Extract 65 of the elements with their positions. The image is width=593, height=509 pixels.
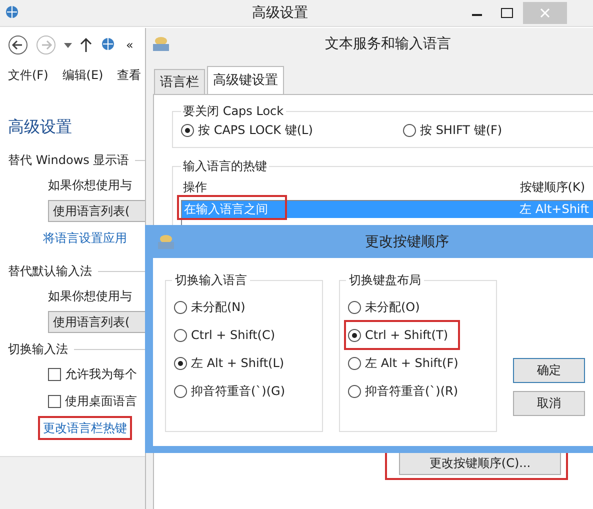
radio-button[interactable] [174, 356, 187, 370]
radio-button[interactable] [348, 328, 361, 342]
radio-label: 抑音符重音(`)(G) [191, 382, 286, 400]
checkbox[interactable] [48, 368, 61, 381]
keys-cell: 左 Alt+Shift [520, 201, 589, 218]
group-title: 切换键盘布局 [348, 272, 422, 289]
description-text: 如果你想使用与 [48, 288, 133, 305]
dropdown-caret-icon[interactable] [64, 42, 72, 48]
radio-option[interactable]: 左 Alt + Shift(F) [346, 348, 468, 378]
radio-button[interactable] [348, 300, 361, 314]
radio-label: 按 SHIFT 键(F) [420, 122, 502, 139]
radio-label: Ctrl + Shift(T) [365, 328, 448, 342]
back-button[interactable] [8, 35, 28, 55]
radio-button[interactable] [174, 300, 187, 314]
link[interactable]: 将语言设置应用 [40, 228, 130, 248]
radio-label: 左 Alt + Shift(L) [191, 354, 284, 372]
radio-option[interactable]: 未分配(O) [346, 292, 430, 322]
column-header: 操作 [183, 179, 207, 196]
radio-option[interactable]: Ctrl + Shift(T) [346, 322, 458, 348]
radio-button[interactable] [174, 384, 187, 398]
change-key-sequence-button[interactable]: 更改按键顺序(C)... [399, 451, 561, 475]
radio-label: 未分配(N) [191, 298, 246, 316]
checkbox-label: 允许我为每个 [65, 366, 137, 383]
radio-label: 按 CAPS LOCK 键(L) [198, 122, 313, 139]
link[interactable]: 更改语言栏热键 [40, 418, 130, 438]
radio-button[interactable] [174, 328, 187, 342]
radio-label: Ctrl + Shift(C) [191, 328, 276, 342]
breadcrumb-overflow[interactable]: « [126, 38, 134, 52]
cancel-button[interactable]: 取消 [513, 391, 585, 416]
menu-item[interactable]: 编辑(E) [62, 66, 104, 84]
radio-label: 抑音符重音(`)(R) [365, 382, 458, 400]
radio-option[interactable]: 抑音符重音(`)(G) [172, 376, 296, 406]
up-arrow-icon[interactable] [80, 38, 92, 52]
radio-button[interactable] [403, 124, 416, 137]
radio-option[interactable]: Ctrl + Shift(C) [172, 322, 286, 348]
tab[interactable]: 语言栏 [154, 69, 205, 94]
menu-item[interactable]: 查看 [117, 66, 142, 84]
description-text: 如果你想使用与 [48, 177, 133, 194]
group-title: 输入语言的热键 [182, 158, 268, 175]
ok-button[interactable]: 确定 [513, 358, 585, 383]
section-title: 替代默认输入法 [8, 263, 92, 280]
radio-option[interactable]: 抑音符重音(`)(R) [346, 376, 468, 406]
menu-item[interactable]: 文件(F) [8, 66, 48, 84]
checkbox[interactable] [48, 395, 61, 408]
radio-option[interactable]: 左 Alt + Shift(L) [172, 348, 294, 378]
maximize-icon [501, 8, 513, 18]
radio-button[interactable] [348, 384, 361, 398]
group-title: 切换输入语言 [174, 272, 248, 289]
section-title: 替代 Windows 显示语 [8, 152, 130, 169]
dialog-title: 文本服务和输入语言 [325, 35, 451, 53]
radio-option[interactable]: 未分配(N) [172, 292, 256, 322]
radio-button[interactable] [181, 124, 194, 137]
radio-button[interactable] [348, 356, 361, 370]
page-heading: 高级设置 [8, 117, 73, 138]
checkbox-label: 使用桌面语言 [65, 393, 137, 410]
tab[interactable]: 高级键设置 [207, 66, 284, 94]
radio-label: 左 Alt + Shift(F) [365, 354, 458, 372]
column-header: 按键顺序(K) [520, 179, 585, 196]
action-cell-text: 在输入语言之间 [183, 201, 269, 218]
section-title: 切换输入法 [8, 341, 68, 358]
radio-label: 未分配(O) [365, 298, 420, 316]
dialog-title: 更改按键顺序 [365, 232, 449, 250]
group-title: 要关闭 Caps Lock [182, 103, 285, 120]
close-icon [540, 8, 550, 18]
window-title: 高级设置 [252, 4, 309, 22]
